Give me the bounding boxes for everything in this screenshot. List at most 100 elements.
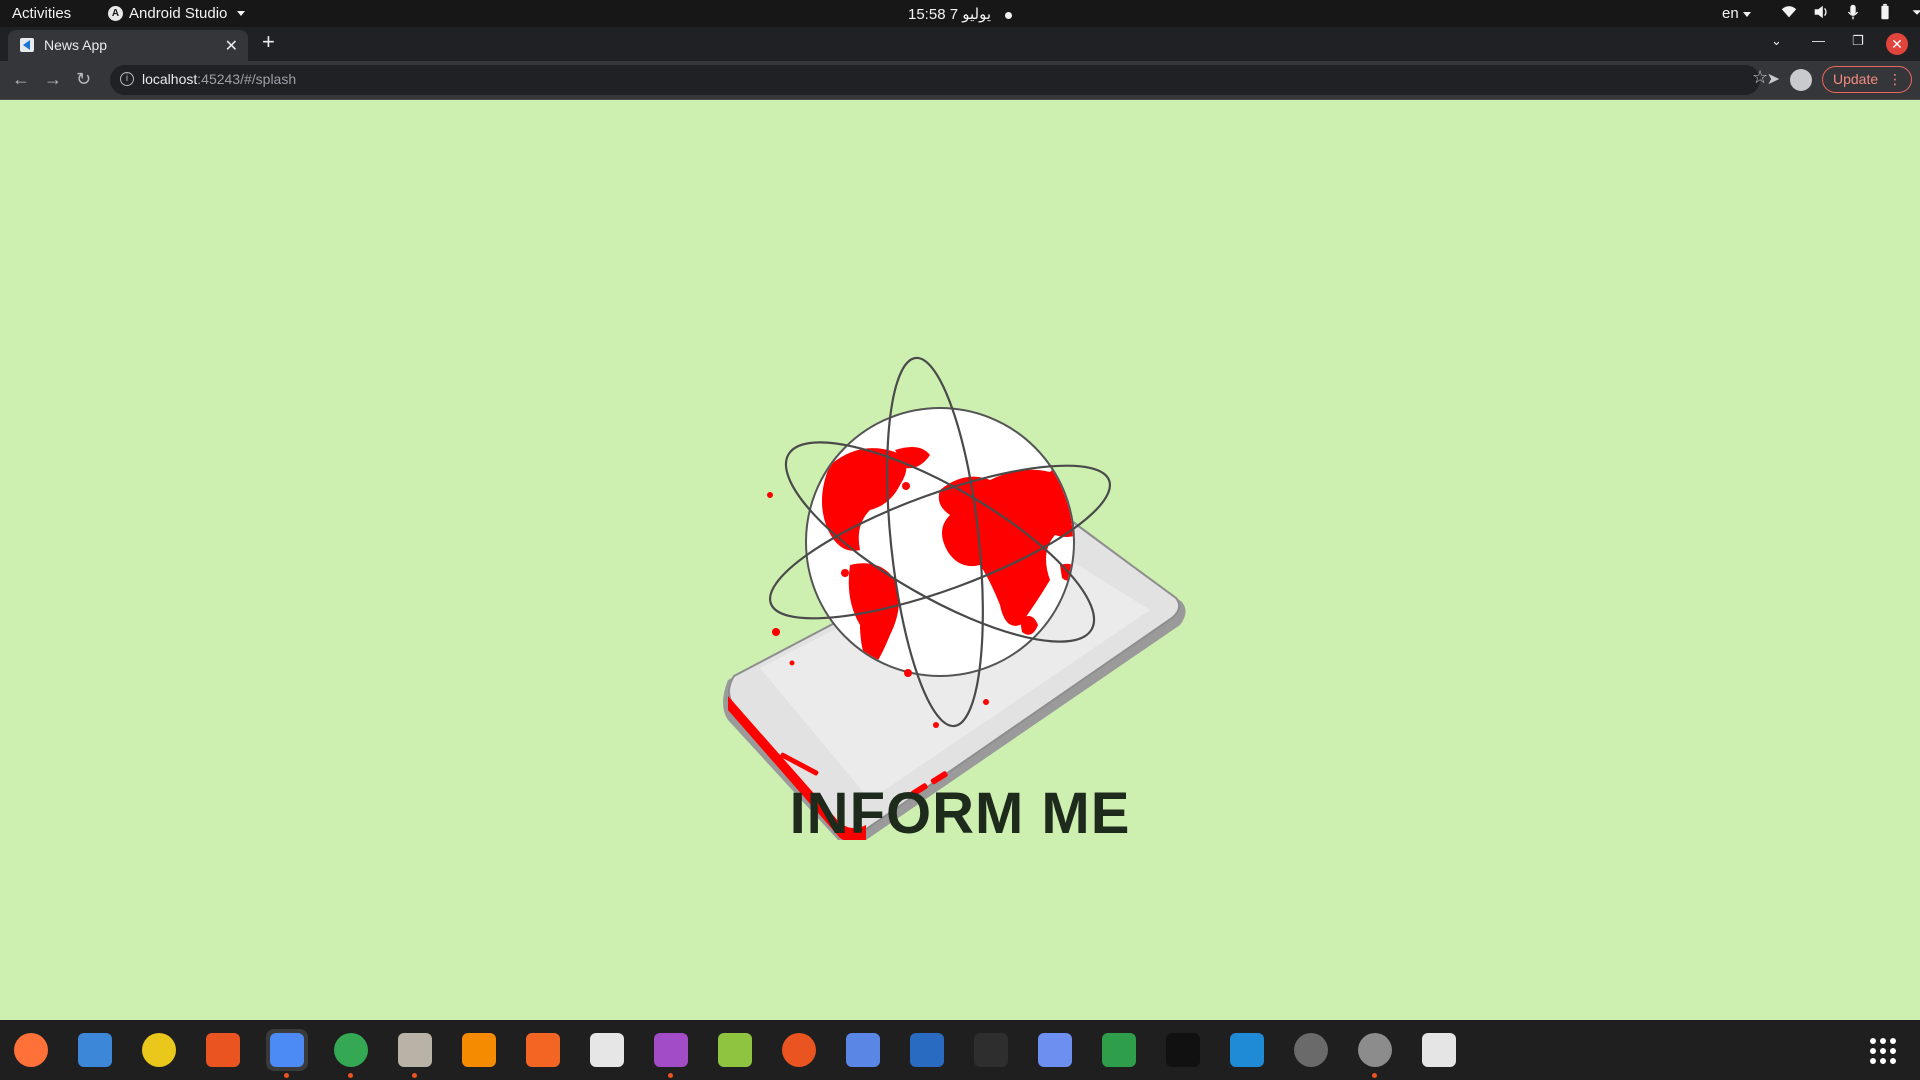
rhythmbox-icon[interactable] — [138, 1029, 180, 1071]
screenshot-icon-glyph — [1038, 1033, 1072, 1067]
gitkraken-icon[interactable] — [714, 1029, 756, 1071]
window-close-icon[interactable]: ✕ — [1886, 33, 1908, 55]
text-editor-icon[interactable] — [586, 1029, 628, 1071]
draw-icon[interactable] — [522, 1029, 564, 1071]
app-title: INFORM ME — [789, 781, 1131, 846]
running-indicator — [668, 1073, 673, 1078]
url-host: localhost — [142, 71, 198, 87]
vlc-icon[interactable] — [458, 1029, 500, 1071]
app-store-icon[interactable] — [1290, 1029, 1332, 1071]
site-info-icon[interactable]: i — [120, 72, 134, 86]
tasks-icon[interactable] — [842, 1029, 884, 1071]
chevron-down-icon — [237, 11, 246, 16]
files-icon[interactable] — [394, 1029, 436, 1078]
globe-on-phone-illustration — [723, 356, 1186, 840]
software-center-icon[interactable] — [202, 1029, 244, 1071]
writer-icon[interactable] — [906, 1029, 948, 1071]
draw-icon-glyph — [526, 1033, 560, 1067]
text-editor-icon-glyph — [590, 1033, 624, 1067]
chevron-down-icon — [1742, 11, 1751, 17]
browser-tab-news-app[interactable]: News App ✕ — [8, 30, 248, 61]
grid-dot — [1880, 1048, 1886, 1054]
settings-icon-glyph — [1358, 1033, 1392, 1067]
screenshot-icon[interactable] — [1034, 1029, 1076, 1071]
video-icon[interactable] — [650, 1029, 692, 1078]
android-studio-logo-icon: A — [108, 6, 123, 21]
microphone-icon — [1847, 4, 1859, 20]
grid-dot — [1880, 1058, 1886, 1064]
bookmark-star-icon[interactable]: ☆ — [1752, 67, 1768, 88]
calc-icon[interactable] — [1098, 1029, 1140, 1071]
settings-icon[interactable] — [1354, 1029, 1396, 1078]
grid-dot — [1890, 1038, 1896, 1044]
chrome-icon[interactable] — [330, 1029, 372, 1078]
wifi-icon — [1781, 6, 1797, 18]
back-arrow-icon[interactable]: ← — [12, 69, 30, 90]
app-menu[interactable]: A Android Studio — [108, 5, 246, 22]
clock: 15:58 7 يوليو — [0, 5, 1920, 23]
rhythmbox-icon-glyph — [142, 1033, 176, 1067]
dock — [0, 1020, 1920, 1080]
browser-toolbar: ← → ↻ i localhost:45243/#/splash ➤ ☆ Upd… — [0, 61, 1920, 100]
running-indicator — [348, 1073, 353, 1078]
update-label: Update — [1833, 71, 1879, 87]
splash-screen: INFORM ME — [0, 100, 1920, 1020]
intellij-icon[interactable] — [1162, 1029, 1204, 1071]
grid-dot — [1870, 1058, 1876, 1064]
show-applications-icon[interactable] — [1870, 1038, 1896, 1064]
app-store-icon-glyph — [1294, 1033, 1328, 1067]
url-path: :45243/#/splash — [197, 71, 297, 87]
activities-button[interactable]: Activities — [12, 5, 71, 22]
url-text[interactable]: localhost:45243/#/splash — [142, 71, 296, 87]
calc-icon-glyph — [1102, 1033, 1136, 1067]
more-menu-icon: ⋮ — [1888, 71, 1902, 87]
close-tab-icon[interactable]: ✕ — [225, 36, 238, 56]
profile-avatar-icon[interactable] — [1790, 69, 1812, 91]
usb-icon[interactable] — [1418, 1029, 1460, 1071]
gitkraken-icon-glyph — [718, 1033, 752, 1067]
vscode-icon-glyph — [1230, 1033, 1264, 1067]
reload-icon[interactable]: ↻ — [76, 69, 91, 90]
ubuntu-icon[interactable] — [778, 1029, 820, 1071]
tab-search-chevron-icon[interactable]: ⌄ — [1771, 33, 1782, 49]
grid-dot — [1870, 1038, 1876, 1044]
thunderbird-icon[interactable] — [74, 1029, 116, 1071]
terminal-icon[interactable] — [970, 1029, 1012, 1071]
firefox-icon[interactable] — [10, 1029, 52, 1071]
browser-tab-strip: News App ✕ + ⌄ — ❐ ✕ — [0, 27, 1920, 61]
language-label: en — [1722, 5, 1739, 22]
grid-dot — [1880, 1038, 1886, 1044]
power-menu-icon — [1912, 10, 1920, 15]
vlc-icon-glyph — [462, 1033, 496, 1067]
restore-icon[interactable]: ❐ — [1852, 33, 1864, 49]
running-indicator — [412, 1073, 417, 1078]
address-bar[interactable]: i localhost:45243/#/splash ➤ — [110, 65, 1780, 95]
tasks-icon-glyph — [846, 1033, 880, 1067]
forward-arrow-icon[interactable]: → — [44, 69, 62, 90]
usb-icon-glyph — [1422, 1033, 1456, 1067]
notification-dot-icon — [1005, 11, 1012, 19]
system-tray[interactable] — [1780, 3, 1920, 21]
input-language-indicator[interactable]: en — [1722, 5, 1751, 22]
update-button[interactable]: Update ⋮ — [1822, 66, 1912, 93]
vscode-icon[interactable] — [1226, 1029, 1268, 1071]
running-indicator — [1372, 1073, 1377, 1078]
writer-icon-glyph — [910, 1033, 944, 1067]
android-studio-icon-glyph — [270, 1033, 304, 1067]
files-icon-glyph — [398, 1033, 432, 1067]
grid-dot — [1890, 1048, 1896, 1054]
ubuntu-icon-glyph — [782, 1033, 816, 1067]
new-tab-icon[interactable]: + — [262, 29, 275, 55]
android-studio-icon[interactable] — [266, 1029, 308, 1078]
tab-title: News App — [44, 37, 108, 53]
send-page-icon[interactable]: ➤ — [1767, 69, 1780, 89]
flutter-favicon-icon — [20, 38, 34, 52]
volume-icon — [1814, 5, 1827, 19]
clock-text[interactable]: 15:58 7 يوليو — [908, 6, 991, 23]
grid-dot — [1870, 1048, 1876, 1054]
minimize-icon[interactable]: — — [1812, 33, 1825, 48]
video-icon-glyph — [654, 1033, 688, 1067]
chrome-icon-glyph — [334, 1033, 368, 1067]
grid-dot — [1890, 1058, 1896, 1064]
system-top-bar: Activities A Android Studio 15:58 7 يولي… — [0, 0, 1920, 27]
